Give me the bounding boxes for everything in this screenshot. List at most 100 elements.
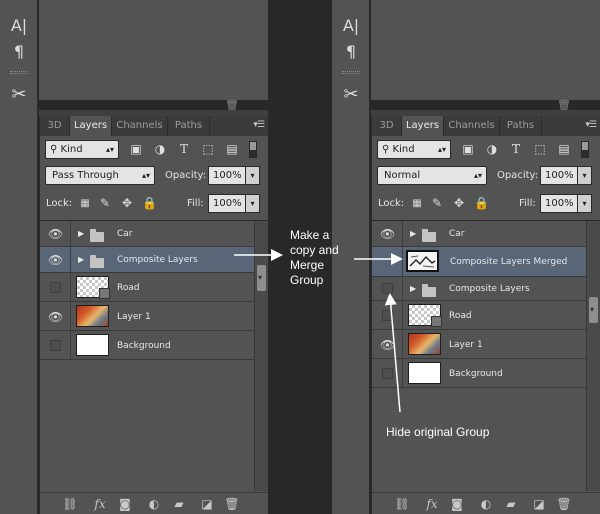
paragraph-icon[interactable]: ¶ [0, 42, 38, 61]
tab-paths[interactable]: Paths [500, 116, 542, 136]
opacity-input[interactable]: 100% [540, 166, 577, 185]
tab-paths[interactable]: Paths [168, 116, 210, 136]
type-filter-icon[interactable]: T [176, 141, 192, 157]
smart-object-filter-icon[interactable]: ▤ [556, 141, 572, 157]
adjustment-filter-icon[interactable]: ◑ [484, 141, 500, 157]
fx-icon[interactable]: fx [91, 496, 109, 512]
blend-mode-value: Pass Through [52, 170, 119, 181]
character-icon[interactable]: A| [332, 16, 370, 35]
lock-position-icon[interactable]: ✥ [120, 194, 134, 213]
layers-bottom-bar: ⛓ fx ◙ ◐ ▰ ◪ 🗑 [40, 492, 268, 514]
lock-position-icon[interactable]: ✥ [452, 194, 466, 213]
expand-triangle-icon[interactable]: ▶ [410, 229, 416, 238]
layer-name: Car [117, 229, 133, 239]
visibility-toggle[interactable] [50, 282, 61, 293]
adjustment-icon[interactable]: ◐ [145, 496, 163, 512]
layer-row-road[interactable]: Road [372, 301, 586, 330]
filter-toggle[interactable] [581, 141, 589, 158]
layer-thumbnail [408, 362, 441, 384]
layer-row-background[interactable]: Background [40, 331, 254, 360]
expand-triangle-icon[interactable]: ▶ [410, 284, 416, 293]
grip-handle[interactable] [342, 71, 360, 74]
shape-filter-icon[interactable]: ⬚ [200, 141, 216, 157]
type-filter-icon[interactable]: T [508, 141, 524, 157]
adjustment-icon[interactable]: ◐ [477, 496, 495, 512]
new-layer-icon[interactable]: ◪ [530, 496, 548, 512]
filter-toggle[interactable] [249, 141, 257, 158]
eye-icon[interactable]: 👁 [48, 227, 63, 241]
lock-image-icon[interactable]: ✎ [98, 194, 112, 213]
layer-row-composite-layers-merged[interactable]: Composite Layers Merged [372, 247, 586, 277]
fx-icon[interactable]: fx [423, 496, 441, 512]
eye-icon[interactable]: 👁 [380, 338, 395, 352]
adjustment-filter-icon[interactable]: ◑ [152, 141, 168, 157]
shape-filter-icon[interactable]: ⬚ [532, 141, 548, 157]
grip-handle[interactable] [10, 71, 28, 74]
tab-layers[interactable]: Layers [70, 116, 112, 136]
tools-icon[interactable]: ✂ [0, 84, 38, 105]
layer-row-car[interactable]: 👁 ▶ Car [372, 221, 586, 247]
tab-layers[interactable]: Layers [402, 116, 444, 136]
scroll-thumb[interactable] [257, 265, 266, 291]
blend-row: Normal ▴▾ Opacity: 100% ▾ [376, 166, 596, 188]
visibility-toggle[interactable] [382, 368, 393, 379]
layer-row-layer-1[interactable]: 👁 Layer 1 [40, 302, 254, 331]
eye-icon[interactable]: 👁 [380, 227, 395, 241]
visibility-toggle[interactable] [50, 340, 61, 351]
layer-name: Background [449, 369, 503, 379]
tab-channels[interactable]: Channels [444, 116, 500, 136]
blend-mode-select[interactable]: Normal ▴▾ [377, 166, 487, 185]
layer-row-layer-1[interactable]: 👁 Layer 1 [372, 330, 586, 359]
new-layer-icon[interactable]: ◪ [198, 496, 216, 512]
trash-icon[interactable]: 🗑 [223, 496, 241, 512]
filter-kind-select[interactable]: ⚲ Kind ▴▾ [45, 140, 119, 159]
opacity-input[interactable]: 100% [208, 166, 245, 185]
lock-transparent-icon[interactable]: ▦ [78, 194, 92, 213]
paragraph-icon[interactable]: ¶ [332, 42, 370, 61]
expand-triangle-icon[interactable]: ▶ [78, 255, 84, 264]
tab-channels[interactable]: Channels [112, 116, 168, 136]
layer-row-composite-layers[interactable]: ▶ Composite Layers [372, 277, 586, 301]
tab-3d[interactable]: 3D [40, 116, 70, 136]
trash-icon[interactable]: 🗑 [555, 496, 573, 512]
fill-input[interactable]: 100% [540, 194, 577, 213]
layer-row-road[interactable]: Road [40, 273, 254, 302]
link-icon[interactable]: ⛓ [61, 496, 79, 512]
folder-icon[interactable]: ▰ [170, 496, 188, 512]
eye-icon[interactable]: 👁 [48, 310, 63, 324]
link-icon[interactable]: ⛓ [393, 496, 411, 512]
scroll-thumb[interactable] [589, 297, 598, 323]
filter-kind-select[interactable]: ⚲ Kind ▴▾ [377, 140, 451, 159]
layers-scrollbar[interactable] [254, 221, 268, 491]
layer-row-car[interactable]: 👁 ▶ Car [40, 221, 254, 247]
lock-image-icon[interactable]: ✎ [430, 194, 444, 213]
fill-dropdown-icon[interactable]: ▾ [577, 194, 592, 213]
visibility-toggle[interactable] [382, 310, 393, 321]
lock-all-icon[interactable]: 🔒 [474, 194, 489, 213]
mask-icon[interactable]: ◙ [116, 496, 134, 512]
layers-scrollbar[interactable] [586, 221, 600, 491]
lock-transparent-icon[interactable]: ▦ [410, 194, 424, 213]
blend-mode-select[interactable]: Pass Through ▴▾ [45, 166, 155, 185]
panel-menu-icon[interactable]: ▾☰ [253, 120, 265, 130]
lock-all-icon[interactable]: 🔒 [142, 194, 157, 213]
tab-3d[interactable]: 3D [372, 116, 402, 136]
layer-row-background[interactable]: Background [372, 359, 586, 388]
eye-icon[interactable]: 👁 [48, 253, 63, 267]
fill-input[interactable]: 100% [208, 194, 245, 213]
opacity-dropdown-icon[interactable]: ▾ [245, 166, 260, 185]
smart-object-filter-icon[interactable]: ▤ [224, 141, 240, 157]
mask-icon[interactable]: ◙ [448, 496, 466, 512]
image-filter-icon[interactable]: ▣ [460, 141, 476, 157]
character-icon[interactable]: A| [0, 16, 38, 35]
fill-label: Fill: [519, 198, 536, 209]
panel-menu-icon[interactable]: ▾☰ [585, 120, 597, 130]
fill-dropdown-icon[interactable]: ▾ [245, 194, 260, 213]
layer-row-composite-layers[interactable]: 👁 ▶ Composite Layers [40, 247, 254, 273]
folder-icon[interactable]: ▰ [502, 496, 520, 512]
tools-icon[interactable]: ✂ [332, 84, 370, 105]
image-filter-icon[interactable]: ▣ [128, 141, 144, 157]
expand-triangle-icon[interactable]: ▶ [78, 229, 84, 238]
visibility-toggle[interactable] [382, 283, 393, 294]
opacity-dropdown-icon[interactable]: ▾ [577, 166, 592, 185]
